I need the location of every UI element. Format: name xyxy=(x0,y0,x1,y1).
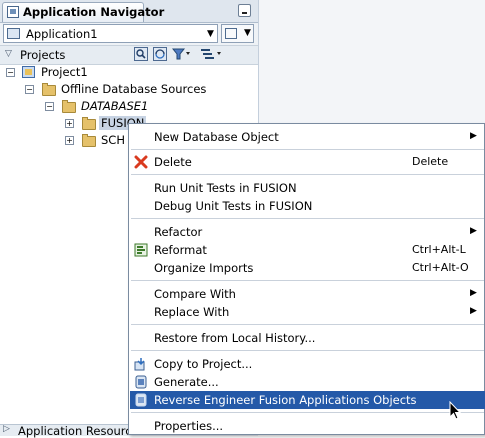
delete-icon xyxy=(134,155,148,169)
tree-node-project[interactable]: − Project1 xyxy=(0,64,258,81)
menu-item-properties[interactable]: Properties... xyxy=(130,417,485,435)
menu-item-refactor[interactable]: Refactor ▶ xyxy=(130,223,485,241)
generate-icon xyxy=(134,375,148,389)
reverse-engineer-icon xyxy=(134,393,148,407)
menu-item-label: Properties... xyxy=(154,419,224,433)
menu-separator xyxy=(131,350,484,351)
navigator-titlebar: Application Navigator xyxy=(0,0,258,23)
folder-icon xyxy=(82,134,96,147)
menu-item-label: Replace With xyxy=(154,305,230,319)
menu-item-label: Delete xyxy=(154,155,192,169)
menu-separator xyxy=(131,280,484,281)
expand-toggle-icon[interactable]: + xyxy=(65,136,74,145)
navigator-tab[interactable]: Application Navigator xyxy=(2,2,164,22)
menu-item-label: Restore from Local History... xyxy=(154,331,316,345)
menu-separator xyxy=(131,412,484,413)
context-menu: New Database Object ▶ Delete Delete Run … xyxy=(128,123,485,435)
menu-item-delete[interactable]: Delete Delete xyxy=(130,153,485,171)
menu-item-label: Refactor xyxy=(154,225,203,239)
database-label: DATABASE1 xyxy=(81,99,149,113)
copy-to-project-icon xyxy=(134,357,148,371)
menu-item-organize-imports[interactable]: Organize Imports Ctrl+Alt-O xyxy=(130,259,485,277)
view-options-icon[interactable] xyxy=(200,47,224,62)
menu-item-new-database-object[interactable]: New Database Object ▶ xyxy=(130,128,485,146)
dropdown-arrow-icon[interactable]: ▼ xyxy=(207,29,214,39)
menu-item-reverse-engineer[interactable]: Reverse Engineer Fusion Applications Obj… xyxy=(130,391,485,409)
navigator-title: Application Navigator xyxy=(23,5,165,19)
minimize-button[interactable] xyxy=(238,4,251,17)
submenu-arrow-icon: ▶ xyxy=(470,306,477,316)
submenu-arrow-icon: ▶ xyxy=(470,226,477,236)
application-menu-icon xyxy=(225,28,237,39)
menu-item-label: Compare With xyxy=(154,287,236,301)
application-select[interactable]: Application1 ▼ xyxy=(3,24,218,43)
menu-item-restore-local-history[interactable]: Restore from Local History... xyxy=(130,329,485,347)
application-icon xyxy=(7,28,20,39)
menu-item-shortcut: Delete xyxy=(412,155,449,168)
offline-sources-label: Offline Database Sources xyxy=(61,82,207,96)
expand-triangle-icon[interactable]: ▷ xyxy=(3,424,10,434)
menu-separator xyxy=(131,218,484,219)
menu-item-reformat[interactable]: Reformat Ctrl+Alt-L xyxy=(130,241,485,259)
menu-item-replace-with[interactable]: Replace With ▶ xyxy=(130,303,485,321)
collapse-toggle-icon[interactable]: − xyxy=(6,68,15,77)
reformat-icon xyxy=(134,243,148,257)
project-icon xyxy=(22,66,35,78)
projects-header: ▽ Projects xyxy=(0,46,258,65)
menu-item-label: Debug Unit Tests in FUSION xyxy=(154,199,313,213)
search-icon[interactable] xyxy=(134,47,148,62)
mouse-pointer-icon xyxy=(449,401,462,420)
menu-item-copy-to-project[interactable]: Copy to Project... xyxy=(130,355,485,373)
tree-node-database[interactable]: − DATABASE1 xyxy=(0,98,258,115)
menu-item-label: Organize Imports xyxy=(154,261,254,275)
submenu-arrow-icon: ▶ xyxy=(470,288,477,298)
application-resources-label: Application Resources xyxy=(18,424,145,438)
folder-icon xyxy=(42,83,56,96)
filter-icon[interactable] xyxy=(171,47,192,62)
menu-separator xyxy=(131,174,484,175)
collapse-triangle-icon[interactable]: ▽ xyxy=(5,49,12,59)
navigator-icon xyxy=(7,6,19,18)
application-select-value: Application1 xyxy=(26,27,98,41)
expand-toggle-icon[interactable]: + xyxy=(65,119,74,128)
collapse-toggle-icon[interactable]: − xyxy=(25,85,34,94)
menu-item-label: Run Unit Tests in FUSION xyxy=(154,181,297,195)
menu-item-generate[interactable]: Generate... xyxy=(130,373,485,391)
menu-item-label: Copy to Project... xyxy=(154,357,253,371)
folder-icon xyxy=(82,117,96,130)
menu-item-shortcut: Ctrl+Alt-L xyxy=(412,243,466,256)
menu-separator xyxy=(131,149,484,150)
schema-label: SCH xyxy=(101,133,125,147)
tree-node-offline-sources[interactable]: − Offline Database Sources xyxy=(0,81,258,98)
collapse-toggle-icon[interactable]: − xyxy=(45,102,54,111)
project-label: Project1 xyxy=(41,65,88,79)
menu-item-label: Generate... xyxy=(154,375,219,389)
menu-item-label: New Database Object xyxy=(154,130,279,144)
menu-item-shortcut: Ctrl+Alt-O xyxy=(412,261,469,274)
menu-item-compare-with[interactable]: Compare With ▶ xyxy=(130,285,485,303)
folder-icon xyxy=(62,100,76,113)
submenu-arrow-icon: ▶ xyxy=(470,131,477,141)
menu-item-label: Reverse Engineer Fusion Applications Obj… xyxy=(154,393,417,407)
dropdown-arrow-icon: ▼ xyxy=(244,28,251,38)
application-menu-button[interactable]: ▼ xyxy=(221,24,254,43)
menu-item-debug-unit-tests[interactable]: Debug Unit Tests in FUSION xyxy=(130,197,485,215)
sync-icon[interactable] xyxy=(153,47,167,62)
menu-separator xyxy=(131,324,484,325)
menu-item-run-unit-tests[interactable]: Run Unit Tests in FUSION xyxy=(130,179,485,197)
menu-item-label: Reformat xyxy=(154,243,207,257)
application-bar: Application1 ▼ ▼ xyxy=(0,23,258,46)
projects-label: Projects xyxy=(20,48,66,62)
